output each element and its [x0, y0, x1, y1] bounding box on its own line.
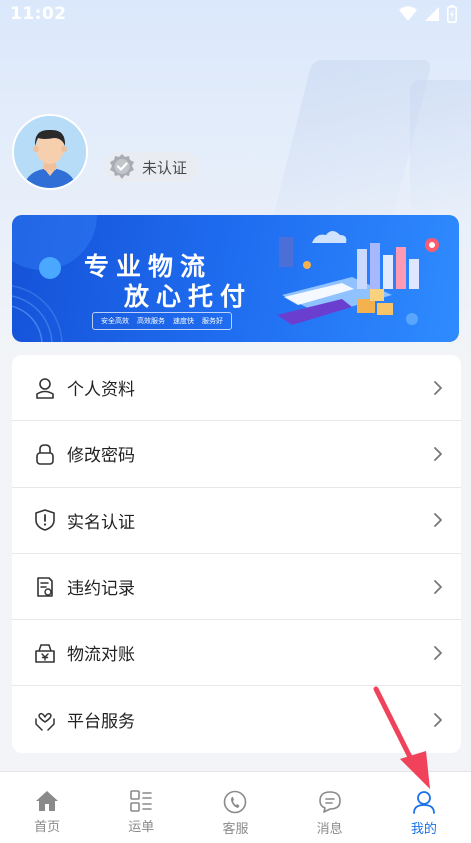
document-icon — [32, 574, 58, 600]
promo-banner[interactable]: 专业物流 放心托付 安全高效 高效服务 速度快 服务好 — [12, 215, 459, 342]
banner-tag: 安全高效 — [101, 317, 129, 325]
money-box-icon — [32, 640, 58, 666]
signal-icon — [425, 7, 439, 21]
home-icon — [36, 791, 59, 811]
settings-menu: 个人资料 修改密码 实名认证 违约记录 物流对账 平台服务 — [12, 355, 461, 753]
menu-item-label: 个人资料 — [67, 380, 135, 401]
tab-label: 我的 — [410, 822, 437, 837]
tab-messages[interactable]: 消息 — [290, 790, 370, 837]
menu-item-label: 违约记录 — [67, 579, 135, 600]
tab-mine[interactable]: 我的 — [384, 790, 464, 837]
verify-status-badge[interactable]: 未认证 — [104, 152, 200, 182]
tab-label: 运单 — [128, 820, 155, 835]
tab-label: 首页 — [34, 820, 61, 835]
grid-list-icon — [130, 790, 153, 812]
menu-item-logistics-reconciliation[interactable]: 物流对账 — [12, 620, 461, 687]
status-time: 11:02 — [10, 4, 67, 24]
menu-item-platform-service[interactable]: 平台服务 — [12, 686, 461, 752]
user-icon — [412, 791, 435, 814]
tab-home[interactable]: 首页 — [7, 790, 87, 835]
banner-tag: 服务好 — [202, 317, 223, 325]
menu-item-label: 物流对账 — [67, 645, 135, 666]
person-icon — [32, 375, 58, 401]
chevron-right-icon — [434, 579, 442, 594]
background-shape — [410, 80, 471, 210]
menu-item-label: 修改密码 — [67, 446, 135, 467]
bottom-tab-bar: 首页 运单 客服 消息 我的 — [0, 771, 471, 843]
hands-heart-icon — [32, 707, 58, 733]
status-bar: 11:02 — [0, 0, 471, 28]
menu-item-label: 平台服务 — [67, 712, 135, 733]
banner-tag: 高效服务 — [137, 317, 165, 325]
tab-customer-service[interactable]: 客服 — [195, 790, 275, 837]
chevron-right-icon — [434, 712, 442, 727]
menu-item-real-name-verification[interactable]: 实名认证 — [12, 488, 461, 554]
lock-icon — [32, 441, 58, 467]
avatar-image — [14, 116, 86, 188]
profile-header: 未认证 — [12, 114, 200, 190]
avatar[interactable] — [12, 114, 88, 190]
banner-tags: 安全高效 高效服务 速度快 服务好 — [92, 312, 232, 330]
banner-tag: 速度快 — [173, 317, 194, 325]
tab-label: 消息 — [316, 822, 343, 837]
tab-waybill[interactable]: 运单 — [101, 790, 181, 835]
chevron-right-icon — [434, 380, 442, 395]
verified-seal-icon — [110, 154, 134, 179]
menu-item-change-password[interactable]: 修改密码 — [12, 421, 461, 488]
battery-icon — [447, 5, 457, 23]
menu-item-label: 实名认证 — [67, 512, 135, 533]
chat-icon — [318, 791, 341, 813]
wifi-icon — [399, 6, 417, 22]
background-shape — [267, 60, 433, 240]
chevron-right-icon — [434, 513, 442, 528]
verify-status-text: 未认证 — [142, 158, 188, 177]
menu-item-profile[interactable]: 个人资料 — [12, 355, 461, 422]
shield-icon — [32, 507, 58, 533]
menu-item-violation-records[interactable]: 违约记录 — [12, 554, 461, 621]
banner-title-line2: 放心托付 — [124, 282, 253, 311]
phone-icon — [224, 790, 247, 814]
status-icons — [399, 5, 457, 23]
tab-label: 客服 — [222, 822, 249, 837]
chevron-right-icon — [434, 645, 442, 660]
chevron-right-icon — [434, 447, 442, 461]
